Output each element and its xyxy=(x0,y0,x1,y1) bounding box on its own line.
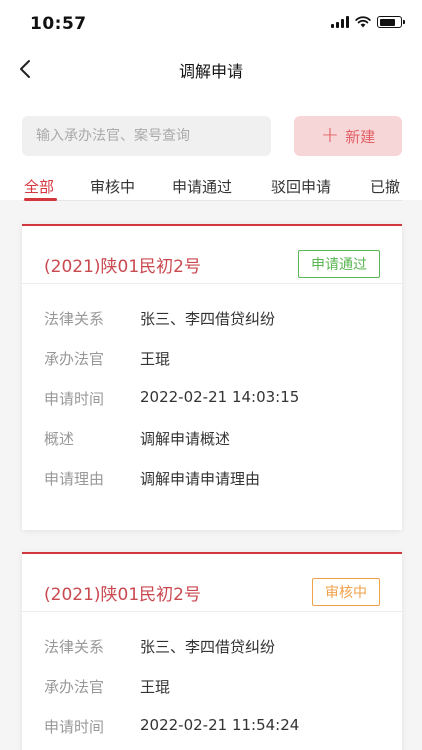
field-legal-relation: 法律关系 张三、李四借贷纠纷 xyxy=(22,294,402,334)
field-legal-relation: 法律关系 张三、李四借贷纠纷 xyxy=(22,622,402,662)
case-number: (2021)陕01民初2号 xyxy=(44,257,201,277)
cellular-signal-icon xyxy=(331,16,349,28)
field-label: 概述 xyxy=(44,430,75,448)
case-number: (2021)陕01民初2号 xyxy=(44,585,201,605)
tabs-divider xyxy=(22,200,402,201)
application-card[interactable]: (2021)陕01民初2号 审核中 法律关系 张三、李四借贷纠纷 承办法官 王琨… xyxy=(22,552,402,750)
status-badge: 申请通过 xyxy=(298,250,380,278)
status-icons xyxy=(331,16,405,28)
nav-bar: 调解申请 xyxy=(0,48,422,90)
field-value: 王琨 xyxy=(140,350,171,368)
field-value: 调解申请概述 xyxy=(140,430,231,448)
wifi-icon xyxy=(355,16,371,28)
tab-reviewing[interactable]: 审核中 xyxy=(90,176,135,197)
field-summary: 概述 调解申请概述 xyxy=(22,414,402,454)
field-value: 调解申请申请理由 xyxy=(140,470,261,488)
plus-icon: + xyxy=(320,123,340,148)
field-label: 承办法官 xyxy=(44,678,105,696)
field-label: 法律关系 xyxy=(44,310,105,328)
battery-icon xyxy=(377,16,405,28)
toolbar: + 新建 全部 审核中 申请通过 驳回申请 已撤 xyxy=(0,90,422,200)
field-label: 申请时间 xyxy=(44,718,105,736)
card-header: (2021)陕01民初2号 审核中 xyxy=(22,554,402,612)
new-button[interactable]: + 新建 xyxy=(294,116,402,156)
field-value: 2022-02-21 11:54:24 xyxy=(140,716,300,734)
status-bar: 10:57 xyxy=(0,0,422,48)
field-value: 张三、李四借贷纠纷 xyxy=(140,310,276,328)
filter-tabs: 全部 审核中 申请通过 驳回申请 已撤 xyxy=(0,176,422,200)
field-label: 申请时间 xyxy=(44,390,105,408)
search-input[interactable] xyxy=(36,128,271,144)
field-value: 王琨 xyxy=(140,678,171,696)
active-tab-indicator xyxy=(24,198,57,201)
field-label: 法律关系 xyxy=(44,638,105,656)
field-value: 张三、李四借贷纠纷 xyxy=(140,638,276,656)
field-label: 承办法官 xyxy=(44,350,105,368)
page-title: 调解申请 xyxy=(178,62,243,81)
field-apply-time: 申请时间 2022-02-21 11:54:24 xyxy=(22,702,402,742)
tab-approved[interactable]: 申请通过 xyxy=(172,176,232,197)
search-box[interactable] xyxy=(22,116,271,156)
field-judge: 承办法官 王琨 xyxy=(22,334,402,374)
status-badge: 审核中 xyxy=(312,578,380,606)
tab-all[interactable]: 全部 xyxy=(24,176,54,197)
status-time: 10:57 xyxy=(30,14,87,34)
field-value: 2022-02-21 14:03:15 xyxy=(140,388,300,406)
application-card[interactable]: (2021)陕01民初2号 申请通过 法律关系 张三、李四借贷纠纷 承办法官 王… xyxy=(22,224,402,530)
field-reason: 申请理由 调解申请申请理由 xyxy=(22,454,402,494)
field-apply-time: 申请时间 2022-02-21 14:03:15 xyxy=(22,374,402,414)
tab-rejected[interactable]: 驳回申请 xyxy=(271,176,331,197)
card-header: (2021)陕01民初2号 申请通过 xyxy=(22,226,402,284)
field-judge: 承办法官 王琨 xyxy=(22,662,402,702)
field-label: 申请理由 xyxy=(44,470,105,488)
tab-withdrawn[interactable]: 已撤 xyxy=(370,176,400,197)
new-button-label: 新建 xyxy=(345,127,376,146)
